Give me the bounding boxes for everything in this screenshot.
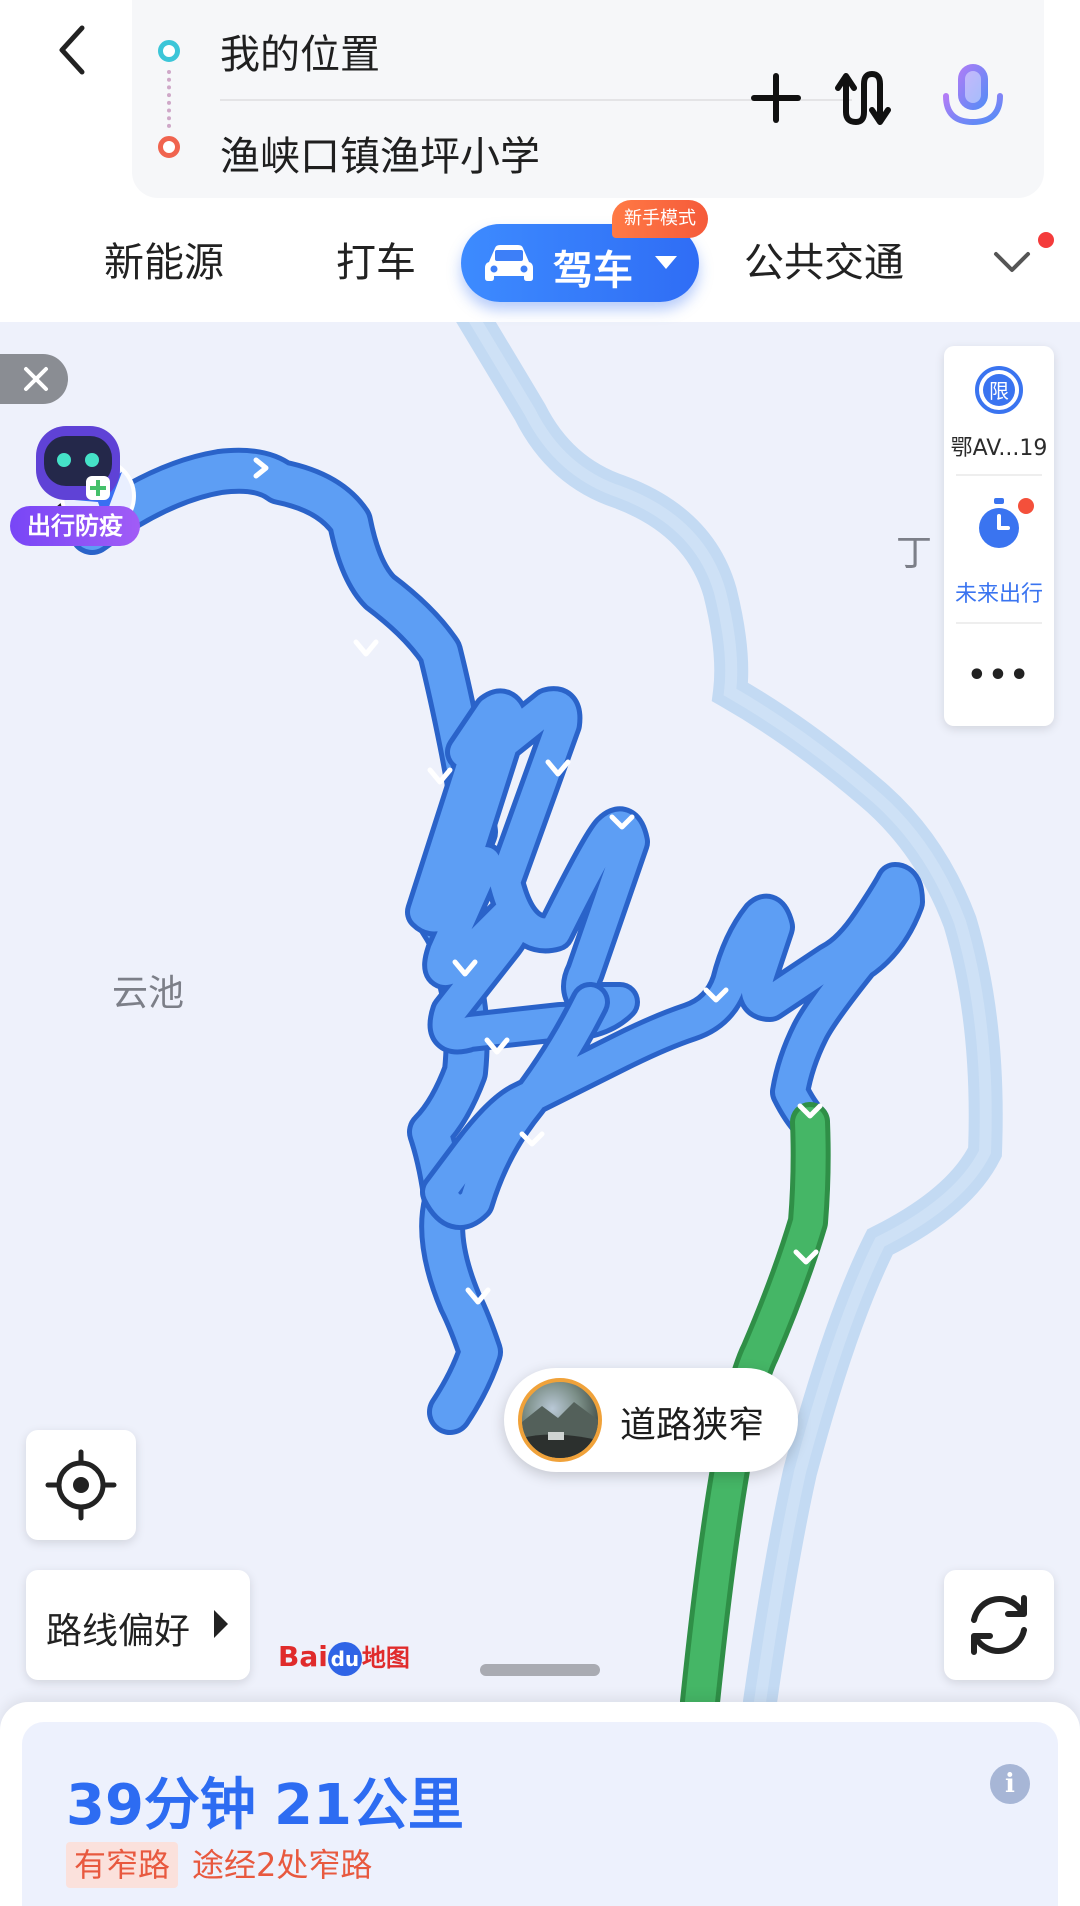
future-trip-button[interactable] (944, 496, 1054, 556)
start-point-icon (158, 40, 180, 62)
tab-drive-label: 驾车 (553, 248, 633, 294)
narrow-road-callout[interactable]: 道路狭窄 (504, 1368, 798, 1472)
swap-route-icon[interactable] (834, 66, 898, 130)
route-preference-button[interactable]: 路线偏好 (26, 1570, 250, 1680)
route-search-card: 我的位置 渔峡口镇渔坪小学 (132, 0, 1044, 198)
tab-new-energy[interactable]: 新能源 (104, 230, 224, 288)
more-options-icon[interactable]: ••• (944, 658, 1054, 693)
callout-text: 道路狭窄 (620, 1405, 765, 1446)
refresh-icon (971, 1595, 1027, 1655)
road-photo-thumbnail (518, 1378, 602, 1462)
header: 我的位置 渔峡口镇渔坪小学 新能源 打车 驾车 公共交通 新手模式 (0, 0, 1080, 322)
end-point-icon (158, 136, 180, 158)
car-icon (485, 245, 533, 281)
start-location-field[interactable]: 我的位置 (220, 22, 380, 80)
refresh-route-button[interactable] (944, 1570, 1054, 1680)
map-view[interactable]: 云池 丁 出行防疫 限 鄂AV...19 未来出行 ••• 道路狭窄 路线偏好 … (0, 322, 1080, 1702)
stopwatch-icon (979, 498, 1019, 548)
route-summary-sheet: 39分钟 21公里 i 有窄路 途经2处窄路 (0, 1702, 1080, 1906)
crosshair-icon (45, 1449, 117, 1521)
newbie-mode-badge: 新手模式 (612, 200, 708, 238)
tab-taxi[interactable]: 打车 (336, 230, 416, 288)
restriction-icon: 限 (975, 366, 1023, 414)
route-connector-line (167, 70, 171, 128)
back-icon[interactable] (48, 22, 104, 78)
expand-tabs-chevron-icon[interactable] (992, 242, 1032, 282)
future-trip-notification-dot (1018, 498, 1034, 514)
route-option-card[interactable]: 39分钟 21公里 i 有窄路 途经2处窄路 (22, 1722, 1058, 1906)
place-label-yunchi: 云池 (112, 973, 185, 1014)
plate-restriction-button[interactable]: 限 (944, 364, 1054, 420)
svg-text:限: 限 (989, 379, 1009, 403)
voice-input-icon[interactable] (938, 60, 1008, 138)
future-trip-label: 未来出行 (954, 582, 1043, 607)
narrow-road-tag: 有窄路 (66, 1842, 179, 1888)
sheet-drag-handle[interactable] (480, 1664, 600, 1676)
route-planner-screen: 我的位置 渔峡口镇渔坪小学 新能源 打车 驾车 公共交通 新手模式 云池 丁 出… (0, 0, 1080, 1906)
route-duration: 39分钟 (66, 1773, 256, 1838)
close-widget-button[interactable] (0, 354, 68, 404)
add-waypoint-icon[interactable] (744, 66, 808, 130)
narrow-road-description: 途经2处窄路 (192, 1846, 373, 1884)
route-preference-label: 路线偏好 (46, 1611, 191, 1652)
route-distance: 21公里 (274, 1773, 464, 1838)
play-arrow-icon (214, 1610, 228, 1638)
baidu-map-logo: Bai du 地图 (278, 1638, 410, 1676)
transport-mode-tabs: 新能源 打车 驾车 公共交通 (0, 212, 1080, 312)
locate-me-button[interactable] (26, 1430, 136, 1540)
plate-number-label: 鄂AV...19 (950, 436, 1048, 461)
epidemic-travel-label[interactable]: 出行防疫 (10, 506, 140, 546)
info-icon[interactable]: i (990, 1764, 1030, 1804)
close-icon (24, 367, 48, 391)
place-label-ding: 丁 (896, 533, 933, 574)
chevron-down-icon (655, 256, 677, 269)
divider (956, 622, 1042, 624)
destination-field[interactable]: 渔峡口镇渔坪小学 (220, 124, 540, 182)
divider (956, 474, 1042, 476)
notification-dot (1038, 232, 1054, 248)
map-side-panel: 限 鄂AV...19 未来出行 ••• (944, 346, 1054, 726)
tab-public-transit[interactable]: 公共交通 (744, 230, 904, 288)
